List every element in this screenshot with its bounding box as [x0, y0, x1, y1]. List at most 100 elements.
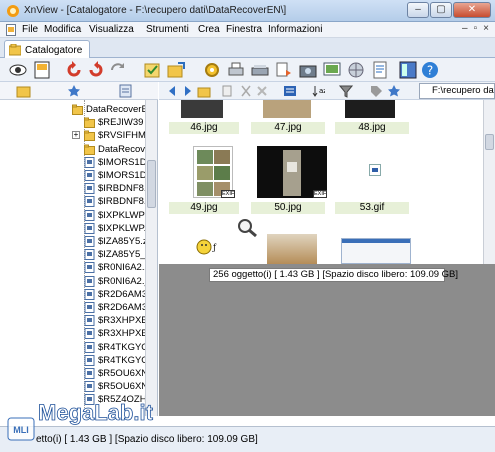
view-mode-icon[interactable] [283, 84, 297, 98]
preview-pane: 256 oggetto(i) [ 1.43 GB ] [Spazio disco… [159, 264, 495, 416]
favorites-tab-icon[interactable] [66, 84, 82, 98]
file-icon [84, 328, 95, 340]
folders-tab-icon[interactable] [16, 84, 32, 98]
tree-scrollbar[interactable] [145, 100, 157, 416]
camera-icon[interactable] [298, 60, 318, 80]
refresh-icon[interactable] [108, 60, 128, 80]
help-icon[interactable]: ? [420, 60, 440, 80]
menu-finestra[interactable]: Finestra [226, 24, 262, 35]
minimize-button[interactable]: – [407, 2, 429, 18]
tree-item-label: $R5OU6XN [98, 381, 149, 393]
path-input[interactable]: F:\recupero dat [419, 83, 495, 99]
file-icon [84, 170, 95, 181]
window-title: XnView - [Catalogatore - F:\recupero dat… [24, 5, 287, 16]
file-icon [84, 315, 95, 327]
tree-item-label: $IXPKLWP. [98, 222, 147, 234]
magnifier-cursor-icon [238, 219, 257, 238]
file-icon [84, 222, 95, 234]
catalog-icon [9, 44, 21, 56]
menu-crea[interactable]: Crea [198, 24, 220, 35]
slideshow-icon[interactable] [322, 60, 342, 80]
tab-label: Catalogatore [25, 45, 83, 56]
forward-arrow-icon[interactable] [181, 84, 195, 98]
panels-icon[interactable] [398, 60, 418, 80]
expand-toggle-icon[interactable]: + [72, 131, 80, 140]
thumbnail-row3-2[interactable] [267, 234, 317, 264]
folder-icon [84, 117, 95, 129]
document-edit-icon[interactable] [370, 60, 390, 80]
close-button[interactable]: ✕ [453, 2, 491, 18]
settings-gear-icon[interactable] [202, 60, 222, 80]
tree-item-label: $R3XHPXE. [98, 328, 151, 340]
svg-text:ƒ: ƒ [212, 243, 217, 252]
mdi-minimize-button[interactable]: – [462, 23, 468, 34]
tab-catalogatore[interactable]: Catalogatore [4, 40, 90, 59]
thumb-caption: 48.jpg [335, 122, 409, 134]
tree-item-label: $IZA85Y5.z [98, 236, 148, 247]
web-globe-icon[interactable] [346, 60, 366, 80]
filter-icon[interactable] [339, 84, 353, 98]
thumbnail-47[interactable] [263, 100, 311, 118]
folder-move-icon[interactable] [166, 60, 186, 80]
mdi-close-button[interactable]: × [483, 23, 489, 34]
menu-modifica[interactable]: Modifica [44, 24, 81, 35]
tree-item-label: $R4TKGYO. [98, 354, 152, 366]
smiley-thumbnail-icon[interactable]: ƒ [195, 238, 221, 256]
rotate-right-icon[interactable] [86, 60, 106, 80]
thumbnail-row3-3[interactable] [341, 238, 411, 264]
categories-tab-icon[interactable] [118, 84, 134, 98]
tree-scrollbar-thumb[interactable] [147, 160, 156, 208]
file-icon [84, 302, 95, 313]
menu-file[interactable]: File [22, 24, 38, 35]
svg-text:MLI: MLI [13, 425, 29, 435]
tree-item-label: $R4TKGYO. [98, 341, 152, 353]
folder-icon [84, 144, 95, 155]
print-icon[interactable] [226, 60, 246, 80]
convert-icon[interactable] [274, 60, 294, 80]
tree-item-label: $IMORS1D. [98, 156, 150, 168]
file-icon [84, 236, 95, 247]
svg-text:MegaLab.it: MegaLab.it [38, 400, 154, 425]
file-icon [84, 262, 95, 274]
tag-icon[interactable] [369, 84, 383, 98]
scanner-icon[interactable] [250, 60, 270, 80]
thumbnail-53[interactable] [369, 164, 381, 176]
eye-icon[interactable] [8, 60, 28, 80]
copy-icon[interactable] [221, 84, 235, 98]
favorite-star-icon[interactable] [387, 84, 401, 98]
delete-icon[interactable] [255, 84, 269, 98]
exif-badge: EXIF [313, 190, 327, 198]
browser-toolbar: az F:\recupero dat [159, 82, 495, 100]
thumb-caption: 49.jpg [169, 202, 239, 214]
select-icon[interactable] [142, 60, 162, 80]
sort-icon[interactable]: az [311, 84, 325, 98]
file-icon [84, 341, 95, 353]
up-folder-icon[interactable] [197, 84, 211, 98]
back-arrow-icon[interactable] [165, 84, 179, 98]
thumb-caption: 50.jpg [251, 202, 325, 214]
tree-item-label: $IMORS1D. [98, 170, 150, 181]
mdi-restore-button[interactable]: ▫ [474, 23, 478, 34]
cut-icon[interactable] [239, 84, 253, 98]
tree-item-label: $RVSIFHM [98, 130, 146, 142]
exif-badge: EXIF [221, 190, 235, 198]
browser-scrollbar-thumb[interactable] [485, 134, 494, 150]
tree-item-label: $IRBDNF8._ [98, 196, 152, 208]
file-icon [84, 209, 95, 221]
menu-visualizza[interactable]: Visualizza [89, 24, 134, 35]
file-icon [84, 156, 95, 168]
tree-item-label: DataRecove [98, 143, 151, 155]
tree-item-label: $R0NI6A2.z [98, 262, 150, 274]
menu-informazioni[interactable]: Informazioni [268, 24, 322, 35]
file-icon [84, 368, 95, 379]
thumbnail-46[interactable] [181, 100, 223, 118]
folder-tree: DataRecoverEN $REJIW39 $RVSIFHM + DataRecove… [0, 100, 158, 416]
rotate-left-icon[interactable] [64, 60, 84, 80]
document-icon [6, 24, 16, 36]
maximize-button[interactable]: ▢ [430, 2, 452, 18]
left-panel-tabs [0, 82, 158, 100]
browser-scrollbar[interactable] [483, 100, 495, 264]
browser-view-icon[interactable] [32, 60, 52, 80]
menu-strumenti[interactable]: Strumenti [146, 24, 189, 35]
thumbnail-48[interactable] [345, 100, 395, 118]
